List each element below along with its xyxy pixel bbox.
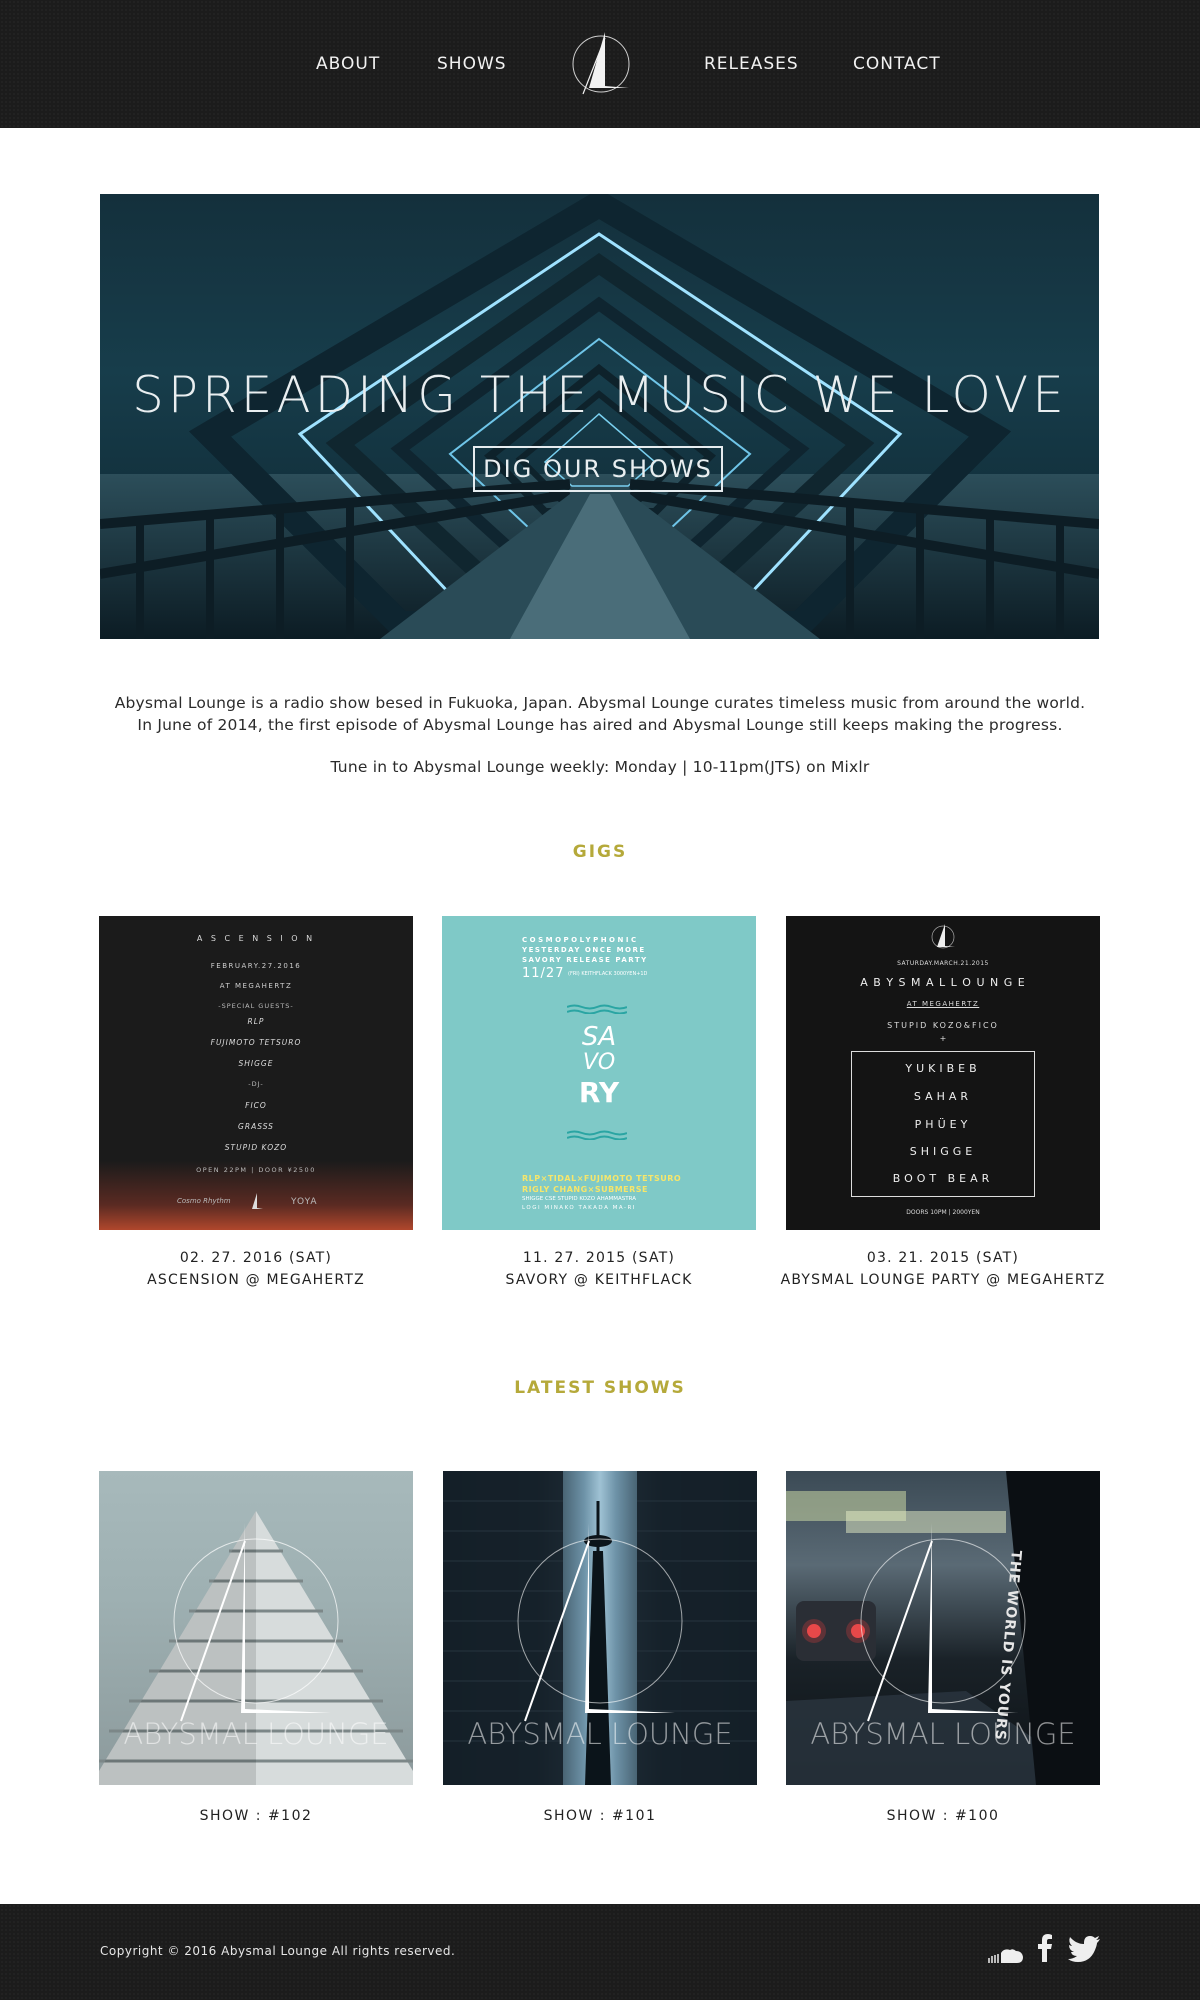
poster-date-detail: (FRI) KEITHFLACK 3000YEN+1D (568, 971, 648, 977)
lineup-artist: SHIGGE (909, 1145, 977, 1158)
twitter-icon[interactable] (1068, 1936, 1100, 1962)
gig-date: 03. 21. 2015 (SAT) (866, 1250, 1020, 1266)
poster-footer: OPEN 22PM | DOOR ¥2500 (196, 1166, 316, 1174)
show-cover-102[interactable]: ABYSMAL LOUNGE (99, 1471, 413, 1785)
wave-icon (567, 1130, 627, 1140)
poster-line: SAVORY RELEASE PARTY (522, 956, 648, 964)
savory-logo-text: RY (578, 1076, 620, 1109)
dig-our-shows-button[interactable]: DIG OUR SHOWS (473, 446, 723, 492)
lineup-artist: SAHAR (913, 1090, 973, 1103)
poster-date: 11/27 (522, 966, 565, 981)
poster-plus: + (939, 1034, 947, 1043)
latest-shows-title: LATEST SHOWS (514, 1378, 686, 1398)
poster-artists: RIGLY CHANG×SUBMERSE (522, 1185, 649, 1194)
poster-artists: RLP×TIDAL×FUJIMOTO TETSURO (522, 1174, 682, 1183)
poster-hosts: STUPID KOZO&FICO (887, 1021, 999, 1030)
tune-in-text: Tune in to Abysmal Lounge weekly: Monday… (330, 758, 870, 776)
poster-dj-label: -DJ- (248, 1080, 264, 1088)
poster-title: A B Y S M A L L O U N G E (860, 976, 1026, 989)
logo-icon[interactable] (569, 28, 633, 98)
logo-icon (931, 924, 955, 949)
poster-line: COSMOPOLYPHONIC (522, 936, 639, 944)
site-header: ABOUT SHOWS RELEASES CONTACT (0, 0, 1200, 128)
poster-guest: RLP (247, 1017, 265, 1026)
poster-guest: SHIGGE (238, 1059, 274, 1068)
nav-releases[interactable]: RELEASES (704, 54, 799, 74)
gig-date: 11. 27. 2015 (SAT) (522, 1250, 676, 1266)
show-brand-text: ABYSMAL LOUNGE (123, 1717, 389, 1751)
facebook-icon[interactable] (1037, 1934, 1053, 1962)
poster-artists: LOGI MINAKO TAKADA MA-RI (522, 1205, 636, 1211)
gigs-title: GIGS (572, 842, 628, 862)
poster-dj: GRASSS (238, 1122, 274, 1131)
gig-date: 02. 27. 2016 (SAT) (179, 1250, 333, 1266)
poster-venue: AT MEGAHERTZ (906, 1000, 980, 1008)
poster-dj: STUPID KOZO (224, 1143, 288, 1152)
poster-date: SATURDAY.MARCH.21.2015 (897, 960, 989, 967)
poster-mark-yoya: YOYA (291, 1197, 318, 1207)
gig-poster-abysmal-lounge-party[interactable]: SATURDAY.MARCH.21.2015 A B Y S M A L L O… (786, 916, 1100, 1230)
site-footer: Copyright © 2016 Abysmal Lounge All righ… (0, 1904, 1200, 2000)
show-cover-100[interactable]: THE WORLD IS YOURS ABYSMAL LOUNGE (786, 1471, 1100, 1785)
savory-logo-text: VO (582, 1050, 616, 1075)
logo-icon (252, 1193, 263, 1209)
gig-name[interactable]: ASCENSION @ MEGAHERTZ (86, 1272, 426, 1288)
lineup-artist: YUKIBEB (905, 1062, 981, 1075)
show-brand-text: ABYSMAL LOUNGE (810, 1717, 1076, 1751)
nav-shows[interactable]: SHOWS (437, 54, 507, 74)
poster-footer: DOORS 10PM | 2000YEN (906, 1209, 980, 1216)
show-label[interactable]: SHOW : #100 (786, 1808, 1100, 1824)
show-label[interactable]: SHOW : #102 (99, 1808, 413, 1824)
poster-venue: AT MEGAHERTZ (219, 982, 293, 990)
gig-poster-savory[interactable]: COSMOPOLYPHONIC YESTERDAY ONCE MORE SAVO… (442, 916, 756, 1230)
poster-title: A S C E N S I O N (196, 934, 316, 943)
lineup-artist: PHÜEY (914, 1118, 972, 1131)
poster-date: FEBRUARY.27.2016 (210, 962, 302, 970)
soundcloud-icon[interactable] (988, 1948, 1024, 1964)
intro-line-2: In June of 2014, the first episode of Ab… (137, 716, 1063, 734)
nav-about[interactable]: ABOUT (316, 54, 380, 74)
poster-mark-cosmo: Cosmo Rhythm (177, 1197, 231, 1205)
savory-logo-text: SA (581, 1022, 617, 1052)
poster-guest: FUJIMOTO TETSURO (210, 1038, 302, 1047)
gig-poster-ascension[interactable]: A S C E N S I O N FEBRUARY.27.2016 AT ME… (99, 916, 413, 1230)
poster-guests-label: -SPECIAL GUESTS- (218, 1002, 294, 1010)
wave-icon (567, 1004, 627, 1014)
intro-line-1: Abysmal Lounge is a radio show besed in … (114, 694, 1086, 712)
poster-artists: SHIGGE CSE STUPID KOZO AHAMMASTRA (522, 1196, 636, 1202)
gig-name[interactable]: ABYSMAL LOUNGE PARTY @ MEGAHERTZ (773, 1272, 1113, 1288)
show-cover-101[interactable]: ABYSMAL LOUNGE (443, 1471, 757, 1785)
lineup-artist: BOOT BEAR (892, 1172, 994, 1185)
copyright-text: Copyright © 2016 Abysmal Lounge All righ… (100, 1944, 456, 1958)
nav-contact[interactable]: CONTACT (853, 54, 941, 74)
gig-name[interactable]: SAVORY @ KEITHFLACK (429, 1272, 769, 1288)
hero-title: SPREADING THE MUSIC WE LOVE (132, 366, 1068, 424)
show-label[interactable]: SHOW : #101 (443, 1808, 757, 1824)
show-brand-text: ABYSMAL LOUNGE (467, 1717, 733, 1751)
poster-dj: FICO (245, 1101, 267, 1110)
poster-line: YESTERDAY ONCE MORE (522, 946, 646, 954)
